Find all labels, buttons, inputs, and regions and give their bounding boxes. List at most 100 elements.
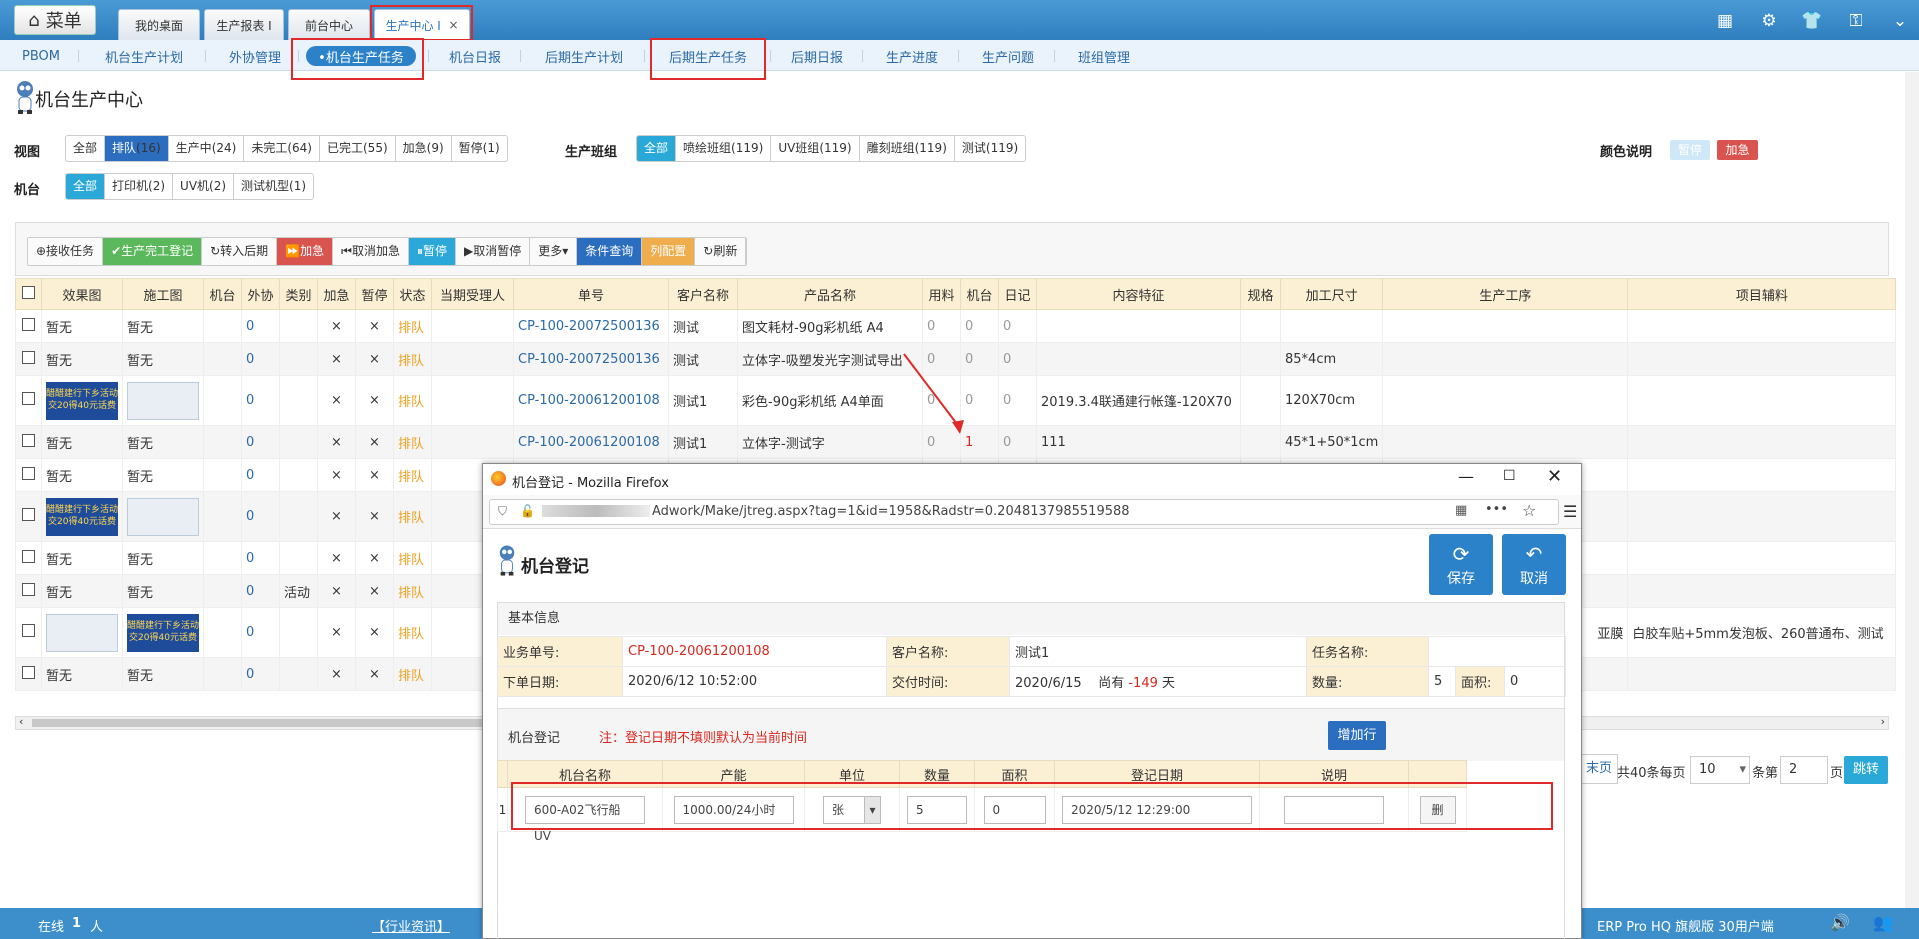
- machine-name-input[interactable]: 600-A02飞行船UV: [525, 795, 645, 843]
- row-checkbox[interactable]: [22, 466, 35, 480]
- volume-icon[interactable]: 🔊: [1830, 913, 1850, 932]
- tab-my-desktop[interactable]: 我的桌面: [118, 9, 200, 40]
- row-checkbox[interactable]: [22, 392, 35, 405]
- column-header[interactable]: 当期受理人: [431, 278, 514, 310]
- toolbar-button-10[interactable]: ↻刷新: [695, 238, 747, 265]
- toolbar-button-2[interactable]: ↻转入后期: [202, 238, 278, 265]
- tab-production-center[interactable]: 生产中心 I ×: [374, 9, 470, 40]
- toolbar-button-3[interactable]: ⏩加急: [277, 238, 334, 265]
- maximize-icon[interactable]: ☐: [1503, 468, 1516, 484]
- machine-filter-0[interactable]: 全部: [66, 174, 106, 199]
- column-header[interactable]: 加工尺寸: [1279, 278, 1384, 310]
- column-header[interactable]: 状态: [393, 278, 432, 310]
- row-checkbox[interactable]: [22, 665, 35, 679]
- row-checkbox[interactable]: [22, 317, 35, 331]
- jump-button[interactable]: 跳转: [1844, 756, 1888, 784]
- subnav-post-daily[interactable]: 后期日报: [786, 46, 848, 66]
- toolbar-button-6[interactable]: ▶取消暂停: [455, 238, 531, 265]
- view-filter-5[interactable]: 加急(9): [396, 136, 452, 161]
- team-filter-0[interactable]: 全部: [637, 136, 677, 161]
- url-field[interactable]: ⛉ 🔓 Adwork/Make/jtreg.aspx?tag=1&id=1958…: [489, 499, 1559, 525]
- team-filter-1[interactable]: 喷绘班组(119): [676, 136, 772, 161]
- qr-icon[interactable]: ▦: [1455, 503, 1467, 518]
- subnav-machine-task[interactable]: •机台生产任务: [306, 46, 416, 66]
- machine-filter-2[interactable]: UV机(2): [173, 174, 235, 199]
- toolbar-button-8[interactable]: 条件查询: [577, 238, 643, 265]
- machine-filter-1[interactable]: 打印机(2): [105, 174, 174, 199]
- column-header[interactable]: 类别: [279, 278, 318, 310]
- capacity-input[interactable]: 1000.00/24小时: [673, 795, 794, 824]
- column-header[interactable]: 内容特征: [1036, 278, 1241, 310]
- column-header[interactable]: 施工图: [122, 278, 204, 310]
- shirt-icon[interactable]: 👕: [1801, 10, 1823, 32]
- row-checkbox[interactable]: [22, 508, 35, 521]
- per-page-select[interactable]: 10 ▾: [1690, 756, 1750, 784]
- last-page-button[interactable]: 末页: [1580, 754, 1618, 784]
- column-header[interactable]: 单号: [513, 278, 669, 310]
- subnav-machine-daily[interactable]: 机台日报: [444, 46, 506, 66]
- column-header[interactable]: 效果图: [41, 278, 123, 310]
- column-header[interactable]: 加急: [317, 278, 356, 310]
- team-filter-2[interactable]: UV班组(119): [771, 136, 860, 161]
- add-row-button[interactable]: 增加行: [1328, 721, 1386, 750]
- toolbar-button-4[interactable]: ⏮取消加急: [333, 238, 409, 265]
- toolbar-button-1[interactable]: ✔生产完工登记: [103, 238, 203, 265]
- column-header[interactable]: 暂停: [355, 278, 394, 310]
- column-header[interactable]: 客户名称: [668, 278, 738, 310]
- toolbar-button-0[interactable]: ⊕接收任务: [28, 238, 104, 265]
- column-header[interactable]: 机台: [960, 278, 999, 310]
- construction-thumbnail[interactable]: [46, 613, 118, 652]
- view-filter-1[interactable]: 排队(16): [105, 136, 169, 161]
- subnav-outsourcing[interactable]: 外协管理: [222, 46, 288, 66]
- subnav-issues[interactable]: 生产问题: [976, 46, 1040, 66]
- column-header[interactable]: 规格: [1240, 278, 1281, 310]
- subnav-machine-plan[interactable]: 机台生产计划: [98, 46, 190, 66]
- hamburger-menu-icon[interactable]: ☰: [1563, 502, 1577, 521]
- more-icon[interactable]: •••: [1485, 502, 1508, 517]
- team-filter-3[interactable]: 雕刻班组(119): [860, 136, 955, 161]
- select-all-checkbox[interactable]: [22, 285, 35, 299]
- subnav-progress[interactable]: 生产进度: [880, 46, 944, 66]
- column-header[interactable]: 产品名称: [737, 278, 923, 310]
- key-icon[interactable]: ⚿: [1845, 10, 1867, 32]
- tab-production-report[interactable]: 生产报表 I: [204, 9, 284, 40]
- team-filter-4[interactable]: 测试(119): [955, 136, 1025, 161]
- description-input[interactable]: [1284, 795, 1384, 824]
- machine-filter-3[interactable]: 测试机型(1): [234, 174, 313, 199]
- column-header[interactable]: 日记: [998, 278, 1037, 310]
- vertical-scrollbar[interactable]: [1905, 72, 1919, 908]
- construction-thumbnail[interactable]: [127, 381, 199, 420]
- gear-icon[interactable]: ⚙: [1758, 10, 1780, 32]
- star-icon[interactable]: ☆: [1522, 501, 1536, 520]
- column-header[interactable]: 机台: [203, 278, 242, 310]
- column-header[interactable]: 用料: [922, 278, 961, 310]
- row-checkbox[interactable]: [22, 582, 35, 596]
- subnav-pbom[interactable]: PBOM: [14, 46, 68, 66]
- row-checkbox[interactable]: [22, 549, 35, 563]
- view-filter-2[interactable]: 生产中(24): [169, 136, 245, 161]
- unit-select[interactable]: 张 ▾: [823, 795, 881, 824]
- view-filter-4[interactable]: 已完工(55): [320, 136, 396, 161]
- close-tab-icon[interactable]: ×: [448, 18, 458, 32]
- news-link[interactable]: 【行业资讯】: [372, 916, 450, 935]
- users-icon[interactable]: 👥: [1873, 913, 1893, 932]
- view-filter-3[interactable]: 未完工(64): [244, 136, 320, 161]
- subnav-post-task[interactable]: 后期生产任务: [660, 46, 756, 66]
- table-row[interactable]: 暂无 暂无 0 × × 排队 CP-100-20072500136 测试 图文耗材-90g彩机纸…: [15, 309, 1897, 343]
- close-icon[interactable]: ✕: [1547, 466, 1562, 487]
- reg-date-input[interactable]: 2020/5/12 12:29:00: [1062, 795, 1252, 824]
- menu-button[interactable]: ⌂ 菜单: [14, 5, 96, 35]
- effect-thumbnail[interactable]: 醋醋建行下乡活动 交20得40元话费: [46, 381, 118, 420]
- page-number-input[interactable]: 2: [1780, 756, 1828, 784]
- toolbar-button-7[interactable]: 更多▾: [530, 238, 578, 265]
- subnav-team[interactable]: 班组管理: [1072, 46, 1136, 66]
- delete-row-button[interactable]: 删: [1419, 795, 1456, 824]
- column-header[interactable]: 外协: [241, 278, 280, 310]
- row-checkbox[interactable]: [22, 624, 35, 637]
- effect-thumbnail[interactable]: 醋醋建行下乡活动 交20得40元话费: [46, 497, 118, 536]
- chevron-down-icon[interactable]: ⌄: [1889, 10, 1911, 32]
- column-header[interactable]: 生产工序: [1382, 278, 1629, 310]
- effect-thumbnail[interactable]: 醋醋建行下乡活动 交20得40元话费: [127, 613, 199, 652]
- toolbar-button-9[interactable]: 列配置: [642, 238, 696, 265]
- quantity-input[interactable]: 5: [907, 795, 967, 824]
